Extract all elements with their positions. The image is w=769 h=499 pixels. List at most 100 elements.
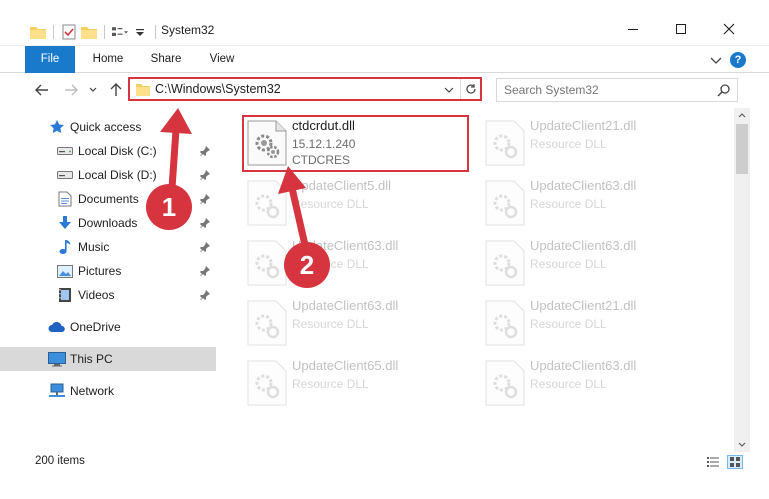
sidebar-item-onedrive[interactable]: OneDrive: [0, 315, 216, 339]
sidebar-item-label: Videos: [78, 288, 115, 302]
sidebar-item-videos[interactable]: Videos: [0, 283, 216, 307]
file-item[interactable]: UpdateClient63.dll Resource DLL: [244, 296, 474, 354]
tiles-view-button[interactable]: [727, 455, 743, 469]
sidebar-item-label: Downloads: [78, 216, 138, 230]
refresh-icon: [465, 84, 476, 94]
file-item[interactable]: UpdateClient63.dll Resource DLL: [482, 356, 712, 414]
close-button[interactable]: [706, 14, 752, 44]
network-icon: [48, 383, 66, 399]
pin-icon[interactable]: [200, 217, 210, 231]
details-view-icon: [707, 457, 719, 467]
file-name: UpdateClient63.dll: [292, 298, 399, 313]
file-item[interactable]: UpdateClient63.dll Resource DLL: [244, 236, 474, 294]
help-button[interactable]: ?: [730, 52, 746, 68]
ribbon-tabs: File Home Share View: [0, 46, 769, 73]
properties-icon[interactable]: [61, 24, 77, 40]
file-item[interactable]: UpdateClient5.dll Resource DLL: [244, 176, 474, 234]
scroll-thumb[interactable]: [736, 124, 748, 174]
file-item[interactable]: UpdateClient21.dll Resource DLL: [482, 296, 712, 354]
tab-share[interactable]: Share: [144, 46, 188, 73]
scroll-down-button[interactable]: [734, 438, 750, 452]
pin-icon[interactable]: [200, 145, 210, 159]
chevron-down-icon: [89, 87, 97, 92]
pin-icon[interactable]: [200, 193, 210, 207]
search-icon[interactable]: [717, 83, 731, 100]
tab-home[interactable]: Home: [86, 46, 130, 73]
sidebar-item-label: OneDrive: [70, 320, 121, 334]
quick-access-toolbar: [30, 22, 159, 42]
up-button[interactable]: [106, 79, 126, 101]
sidebar-item-network[interactable]: Network: [0, 379, 216, 403]
pin-icon[interactable]: [200, 265, 210, 279]
sidebar-item-music[interactable]: Music: [0, 235, 216, 259]
navigation-pane: Quick access Local Disk (C:) Local Disk …: [0, 110, 216, 450]
vertical-scrollbar[interactable]: [734, 108, 750, 452]
tab-file[interactable]: File: [25, 46, 75, 73]
file-name: UpdateClient21.dll: [530, 298, 637, 313]
star-icon: [48, 119, 66, 135]
address-bar[interactable]: C:\Windows\System32: [128, 77, 482, 101]
pictures-icon: [56, 263, 74, 279]
file-item[interactable]: UpdateClient63.dll Resource DLL: [482, 176, 712, 234]
sidebar-item-local-disk-c[interactable]: Local Disk (C:): [0, 139, 216, 163]
forward-button[interactable]: [61, 79, 81, 101]
chevron-up-icon: [738, 113, 746, 118]
minimize-icon: [628, 29, 638, 30]
chevron-down-icon: [444, 87, 454, 93]
scroll-up-button[interactable]: [734, 108, 750, 122]
recent-locations-button[interactable]: [86, 79, 100, 101]
sidebar-item-label: Documents: [78, 192, 139, 206]
refresh-button[interactable]: [460, 79, 480, 99]
address-path: C:\Windows\System32: [155, 82, 281, 96]
dll-file-icon: [244, 179, 292, 227]
dll-file-icon: [482, 299, 530, 347]
navigation-bar: C:\Windows\System32: [0, 73, 769, 107]
file-name: UpdateClient21.dll: [530, 118, 637, 133]
cloud-icon: [48, 319, 66, 335]
file-item[interactable]: UpdateClient65.dll Resource DLL: [244, 356, 474, 414]
pin-icon[interactable]: [200, 241, 210, 255]
sidebar-item-quick-access[interactable]: Quick access: [0, 115, 216, 139]
sidebar-item-label: Quick access: [70, 120, 142, 134]
maximize-button[interactable]: [658, 14, 704, 44]
drive-icon: [56, 143, 74, 159]
videos-icon: [56, 287, 74, 303]
folder-icon[interactable]: [30, 24, 46, 40]
documents-icon: [56, 191, 74, 207]
tab-view[interactable]: View: [200, 46, 244, 73]
file-highlight-box: [242, 115, 469, 172]
details-view-button[interactable]: [705, 455, 721, 469]
search-box[interactable]: [496, 78, 738, 102]
step-1-badge: 1: [146, 184, 192, 230]
dll-file-icon: [244, 359, 292, 407]
chevron-down-icon: [738, 442, 746, 447]
new-folder-icon[interactable]: [81, 24, 97, 40]
music-icon: [56, 239, 74, 255]
file-description: Resource DLL: [530, 377, 607, 391]
item-count: 200 items: [35, 455, 85, 467]
file-description: Resource DLL: [530, 197, 607, 211]
customize-toolbar-icon[interactable]: [112, 24, 128, 40]
pin-icon[interactable]: [200, 289, 210, 303]
sidebar-item-local-disk-d[interactable]: Local Disk (D:): [0, 163, 216, 187]
search-input[interactable]: [504, 82, 704, 98]
sidebar-item-pictures[interactable]: Pictures: [0, 259, 216, 283]
expand-ribbon-button[interactable]: [710, 55, 722, 65]
sidebar-item-this-pc[interactable]: This PC: [0, 347, 216, 371]
file-item[interactable]: UpdateClient21.dll Resource DLL: [482, 116, 712, 174]
pin-icon[interactable]: [200, 169, 210, 183]
file-description: Resource DLL: [530, 137, 607, 151]
chevron-down-icon[interactable]: [132, 24, 148, 40]
file-name: UpdateClient5.dll: [292, 178, 392, 193]
address-dropdown-button[interactable]: [444, 83, 456, 97]
file-description: Resource DLL: [530, 317, 607, 331]
sidebar-item-label: Network: [70, 384, 115, 398]
minimize-button[interactable]: [610, 14, 656, 44]
folder-icon: [136, 83, 150, 99]
file-name: UpdateClient65.dll: [292, 358, 399, 373]
file-description: Resource DLL: [292, 197, 369, 211]
computer-icon: [48, 351, 66, 367]
back-button[interactable]: [32, 79, 52, 101]
file-item[interactable]: UpdateClient63.dll Resource DLL: [482, 236, 712, 294]
window-title: System32: [161, 23, 215, 37]
